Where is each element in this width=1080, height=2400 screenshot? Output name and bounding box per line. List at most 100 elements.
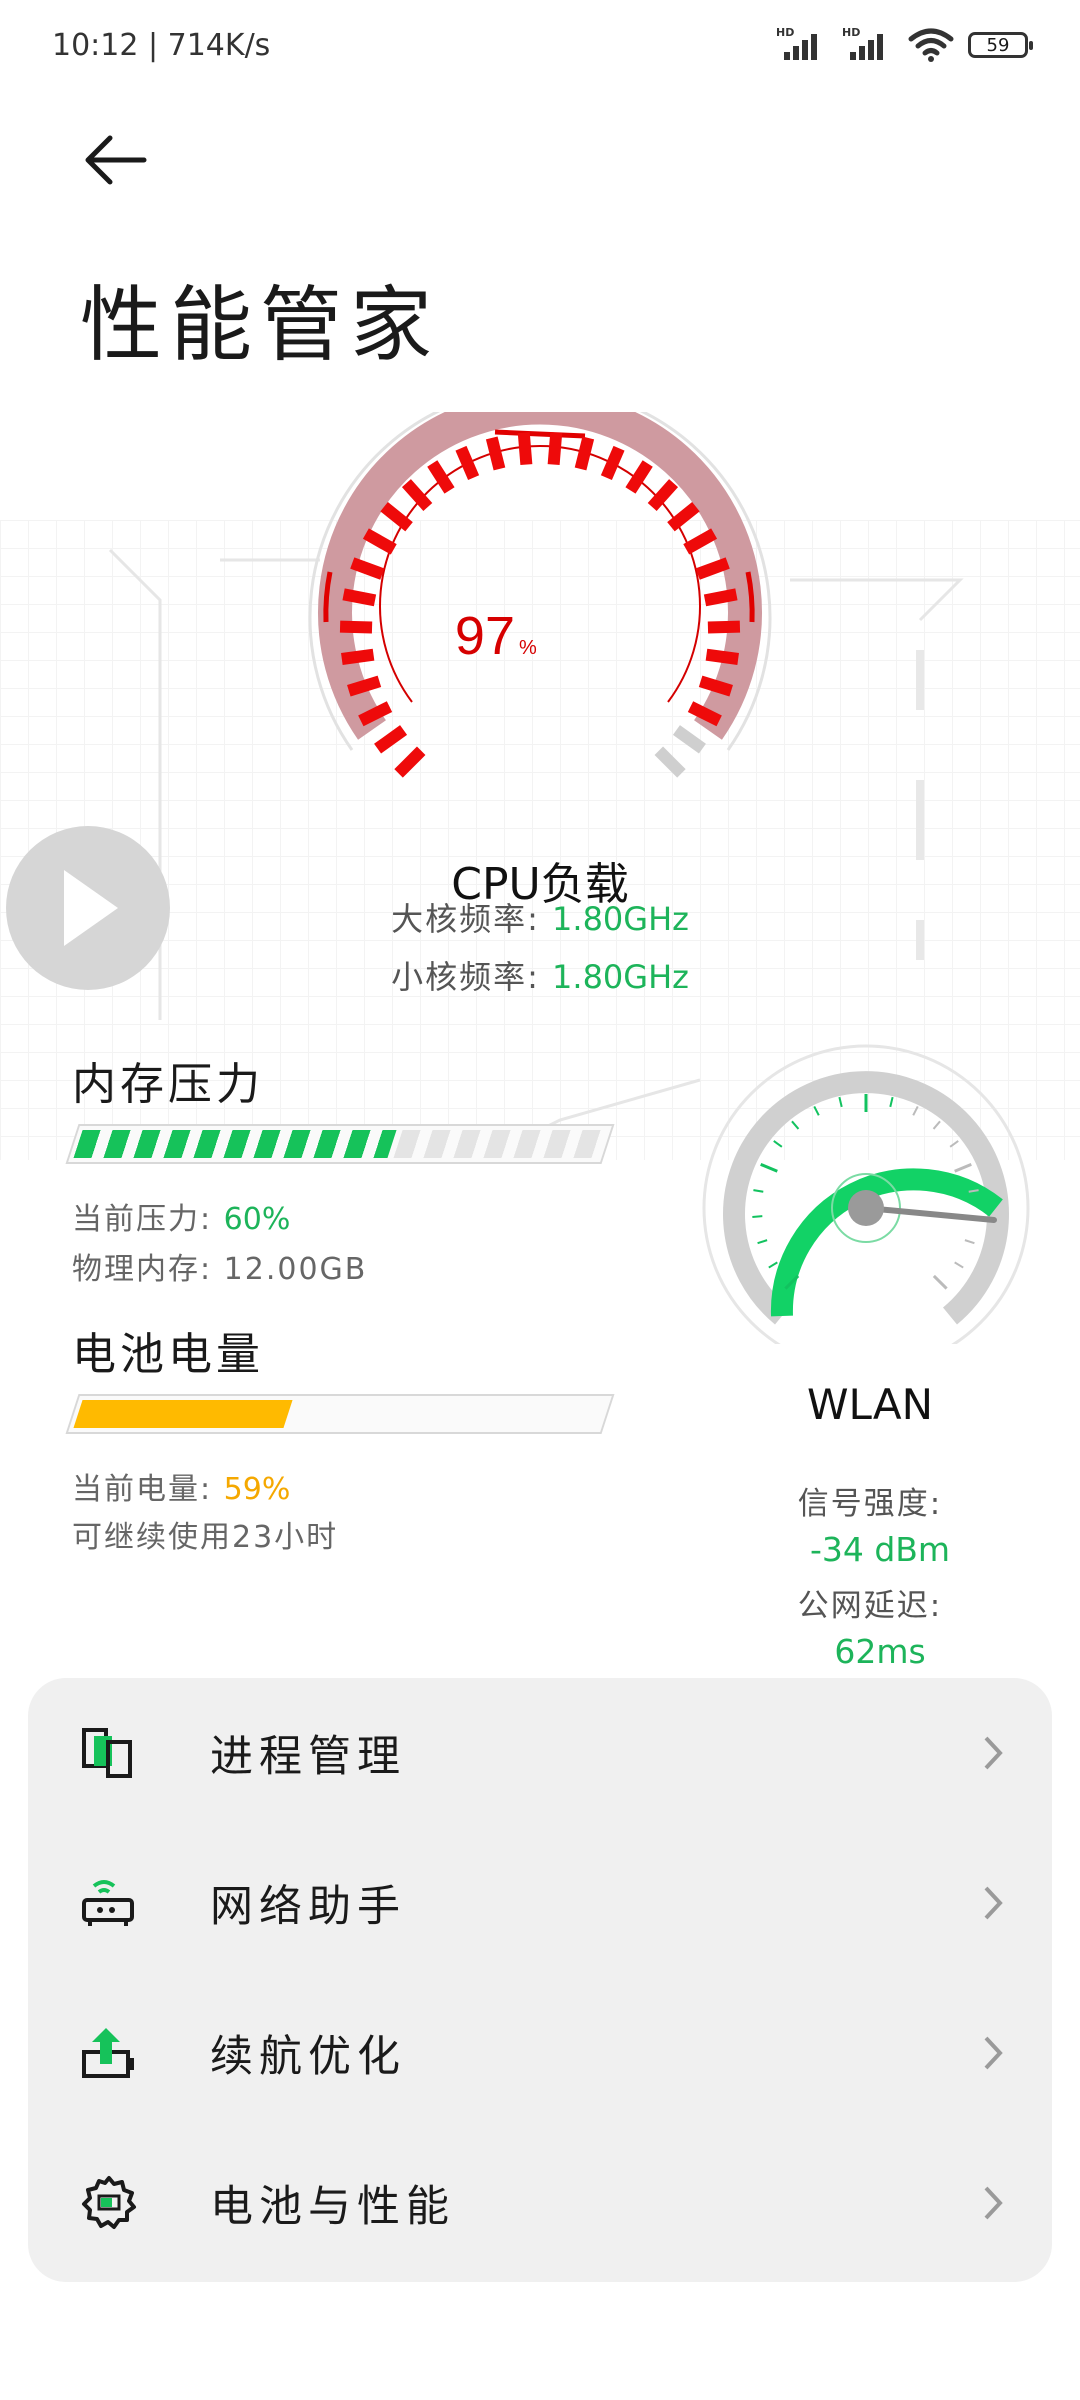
cpu-load-tick [485,436,506,471]
cpu-load-tick [703,588,738,607]
menu-label: 电池与性能 [210,2182,455,2232]
physical-memory-value: 12.00GB [223,1252,368,1287]
battery-boost-icon [82,2028,134,2078]
wlan-gauge-tick [932,1274,948,1290]
wlan-gauge-tick [964,1239,975,1245]
wlan-gauge-tick [791,1120,800,1130]
cpu-percent-value: 97 [455,606,515,666]
wlan-gauge-tick [932,1120,941,1130]
cpu-load-tick [342,588,377,607]
wlan-gauge-tick [768,1261,778,1269]
status-icons: HD HD 59 [776,26,1033,64]
cpu-load-tick [683,528,718,555]
small-core-label: 小核频率: [391,958,553,996]
wlan-gauge-tick [753,1189,764,1193]
chevron-right-icon [984,2186,1003,2220]
cpu-load-tick [574,436,595,471]
back-button[interactable] [80,128,152,192]
menu-label: 网络助手 [210,1882,406,1932]
menu-item-network-assistant[interactable]: 网络助手 [28,1828,1052,1978]
cpu-load-tick [695,557,730,580]
wlan-gauge-tick [813,1105,820,1116]
wlan-gauge-tick [954,1162,972,1173]
router-icon [82,1880,134,1926]
cpu-load-tick [707,620,741,634]
memory-pressure-title: 内存压力 [72,1059,264,1110]
cpu-load-tick [341,648,375,665]
menu-item-process-management[interactable]: 进程管理 [28,1678,1052,1828]
battery-level-bar [65,1394,615,1434]
cpu-load-tick [401,479,433,511]
wlan-gauge-tick [949,1140,959,1148]
cpu-load-tick [455,445,480,481]
battery-level-label: 当前电量: [72,1472,224,1507]
wlan-gauge-tick [752,1215,763,1218]
cpu-load-tick [667,502,700,532]
battery-level-fill [73,1400,293,1428]
big-core-value: 1.80GHz [552,900,689,938]
menu-label: 续航优化 [210,2032,406,2082]
wlan-gauge-tick [889,1096,894,1108]
memory-pressure-info: 当前压力: 60% [72,1194,290,1238]
big-core-label: 大核频率: [391,900,553,938]
process-icon [82,1728,132,1778]
memory-pressure-bar [65,1124,615,1164]
wlan-gauge-tick [838,1096,843,1108]
menu-item-endurance-optimization[interactable]: 续航优化 [28,1978,1052,2128]
battery-level-title: 电池电量 [72,1329,264,1380]
cpu-load-tick [600,445,625,481]
wlan-gauge-tick [760,1162,778,1173]
cpu-load-tick [654,746,686,778]
status-time-speed: 10:12 | 714K/s [52,28,271,63]
wlan-speed-gauge [702,1044,1030,1344]
battery-level-info: 当前电量: 59% [72,1464,290,1508]
signal-icon: HD [776,26,828,64]
memory-pressure-fill [73,1130,397,1158]
tools-menu-card: 进程管理 网络助手 续航优化 电池与性能 [28,1678,1052,2282]
latency-label: 公网延迟: [797,1588,943,1624]
signal-icon-2: HD [842,26,894,64]
signal-strength-label: 信号强度: [797,1486,943,1522]
battery-level-value: 59% [223,1472,291,1507]
wlan-gauge-tick [954,1261,964,1269]
page-title: 性能管家 [80,278,441,373]
latency-value: 62ms [834,1632,926,1671]
wlan-gauge-needle [863,1205,997,1223]
chevron-right-icon [984,1736,1003,1770]
signal-strength-value: -34 dBm [809,1530,951,1569]
big-core-frequency: 大核频率: 1.80GHz [190,894,890,940]
wifi-icon [908,28,954,62]
cpu-load-tick [362,528,397,555]
cpu-load-gauge: 97 % [308,412,772,778]
memory-pressure-label: 当前压力: [72,1202,224,1237]
wlan-gauge-tick [912,1105,919,1116]
battery-remaining-time: 可继续使用23小时 [72,1520,339,1555]
chevron-right-icon [984,2036,1003,2070]
physical-memory-label: 物理内存: [72,1252,224,1287]
menu-label: 进程管理 [210,1732,406,1782]
memory-pressure-remaining [393,1130,605,1158]
wlan-label: WLAN [806,1380,934,1429]
small-core-value: 1.80GHz [552,958,689,996]
battery-status-icon: 59 [968,32,1033,58]
cpu-load-tick [380,502,413,532]
cpu-load-tick [374,725,408,754]
wlan-gauge-tick [757,1239,768,1245]
chevron-right-icon [984,1886,1003,1920]
small-core-frequency: 小核频率: 1.80GHz [190,952,890,998]
cpu-load-tick [705,648,739,665]
memory-pressure-value: 60% [223,1202,291,1237]
gear-icon [82,2176,136,2229]
cpu-load-tick [672,725,706,754]
cpu-percent-unit: % [519,637,537,659]
cpu-load-tick [350,557,385,580]
wlan-gauge-tick [773,1140,783,1148]
menu-item-battery-performance[interactable]: 电池与性能 [28,2128,1052,2278]
physical-memory-info: 物理内存: 12.00GB [72,1244,367,1288]
cpu-load-tick [339,620,373,634]
play-button[interactable] [6,826,170,990]
cpu-load-tick [517,432,533,466]
cpu-load-tick [394,746,426,778]
back-arrow-icon [85,135,147,185]
cpu-load-tick [647,479,679,511]
